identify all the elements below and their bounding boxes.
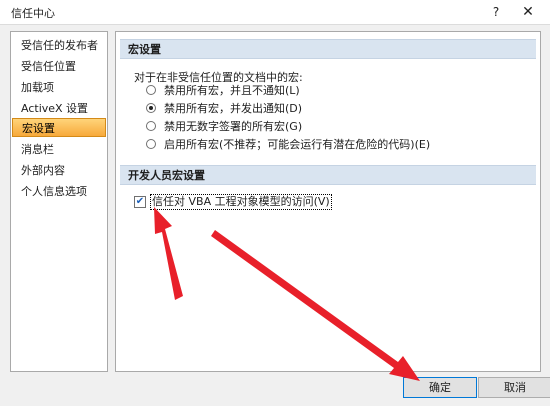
sidebar-item-message-bar[interactable]: 消息栏 bbox=[12, 140, 106, 159]
checkmark-icon: ✔ bbox=[135, 196, 145, 207]
radio-label: 禁用所有宏，并发出通知(D) bbox=[164, 102, 303, 115]
help-button[interactable]: ? bbox=[486, 3, 506, 21]
cancel-button[interactable]: 取消 bbox=[478, 377, 550, 398]
radio-dot bbox=[149, 106, 153, 110]
radio-label: 启用所有宏(不推荐；可能会运行有潜在危险的代码)(E) bbox=[164, 138, 431, 151]
close-button[interactable]: ✕ bbox=[518, 3, 538, 21]
radio-button[interactable] bbox=[146, 139, 156, 149]
sidebar-item-privacy-options[interactable]: 个人信息选项 bbox=[12, 182, 106, 201]
sidebar: 受信任的发布者 受信任位置 加载项 ActiveX 设置 宏设置 消息栏 外部内… bbox=[10, 31, 108, 372]
radio-button[interactable] bbox=[146, 121, 156, 131]
radio-button[interactable] bbox=[146, 85, 156, 95]
sidebar-item-macro-settings[interactable]: 宏设置 bbox=[12, 118, 106, 137]
radio-label: 禁用所有宏，并且不通知(L) bbox=[164, 84, 300, 97]
macro-settings-header: 宏设置 bbox=[120, 39, 536, 59]
trust-vba-checkbox[interactable]: ✔ bbox=[134, 196, 146, 208]
developer-macro-header: 开发人员宏设置 bbox=[120, 165, 536, 185]
trust-vba-label: 信任对 VBA 工程对象模型的访问(V) bbox=[150, 194, 332, 210]
sidebar-item-add-ins[interactable]: 加载项 bbox=[12, 78, 106, 97]
sidebar-item-trusted-publishers[interactable]: 受信任的发布者 bbox=[12, 36, 106, 55]
content-panel: 宏设置 对于在非受信任位置的文档中的宏: 禁用所有宏，并且不通知(L) 禁用所有… bbox=[115, 31, 541, 372]
sidebar-item-trusted-locations[interactable]: 受信任位置 bbox=[12, 57, 106, 76]
radio-label: 禁用无数字签署的所有宏(G) bbox=[164, 120, 303, 133]
sidebar-item-activex[interactable]: ActiveX 设置 bbox=[12, 99, 106, 118]
ok-button[interactable]: 确定 bbox=[403, 377, 477, 398]
window-title: 信任中心 bbox=[11, 7, 55, 20]
title-bar: 信任中心 ? ✕ bbox=[0, 0, 550, 25]
sidebar-item-external-content[interactable]: 外部内容 bbox=[12, 161, 106, 180]
radio-button-selected[interactable] bbox=[146, 103, 156, 113]
